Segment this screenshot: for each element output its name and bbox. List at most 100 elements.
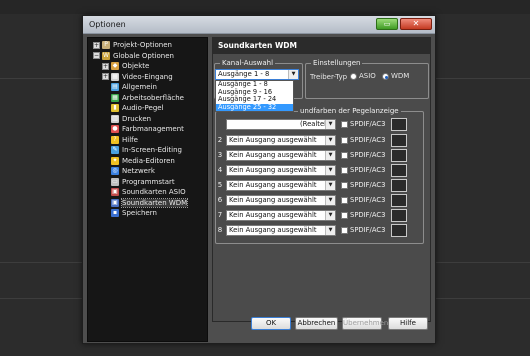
channel-select[interactable]: Ausgänge 1 - 8 ▼ bbox=[215, 69, 299, 80]
chevron-down-icon[interactable]: ▼ bbox=[288, 70, 298, 79]
spdif-checkbox[interactable] bbox=[341, 137, 348, 144]
tree-item-label: In-Screen-Editing bbox=[122, 146, 182, 154]
spdif-checkbox[interactable] bbox=[341, 212, 348, 219]
level-color-swatch[interactable] bbox=[391, 134, 407, 147]
tree-item[interactable]: ▮ Audio-Pegel bbox=[111, 103, 164, 113]
output-group-title: undfarben der Pegelanzeige bbox=[298, 107, 401, 116]
output-select[interactable]: Kein Ausgang ausgewählt ▼ bbox=[226, 165, 336, 176]
general-icon: ▤ bbox=[111, 83, 119, 91]
tree-item[interactable]: − W Globale Optionen bbox=[93, 51, 174, 61]
output-select-1[interactable]: (Realtek ▼ bbox=[226, 119, 336, 130]
spdif-label: SPDIF/AC3 bbox=[350, 196, 386, 204]
output-select[interactable]: Kein Ausgang ausgewählt ▼ bbox=[226, 225, 336, 236]
level-color-swatch-1[interactable] bbox=[391, 118, 407, 131]
tree-item[interactable]: ▦ Arbeitsoberfläche bbox=[111, 93, 184, 103]
chevron-down-icon[interactable]: ▼ bbox=[325, 166, 335, 175]
spdif-label: SPDIF/AC3 bbox=[350, 181, 386, 189]
tree-item[interactable]: ● Farbmanagement bbox=[111, 124, 184, 134]
output-row-number: 2 bbox=[217, 136, 223, 144]
apply-button[interactable]: Übernehmen bbox=[342, 317, 388, 330]
tree-item[interactable]: ◎ Netzwerk bbox=[111, 166, 155, 176]
level-color-swatch[interactable] bbox=[391, 164, 407, 177]
soundcard-wdm-icon: ▣ bbox=[111, 198, 119, 207]
tree-item-label: Hilfe bbox=[122, 135, 138, 144]
tree-item[interactable]: ▪ Speichern bbox=[111, 208, 157, 218]
tree-item[interactable]: ✎ In-Screen-Editing bbox=[111, 145, 182, 155]
tree-expander-icon[interactable]: + bbox=[102, 73, 109, 80]
output-select[interactable]: Kein Ausgang ausgewählt ▼ bbox=[226, 210, 336, 221]
print-icon: ▥ bbox=[111, 114, 119, 123]
tree-item-label: Programmstart bbox=[122, 177, 175, 186]
tree-expander-icon[interactable]: + bbox=[93, 41, 100, 49]
output-row-number: 6 bbox=[217, 196, 223, 204]
tree-item-label: Allgemein bbox=[122, 83, 157, 91]
tree-item[interactable]: + P Projekt-Optionen bbox=[93, 40, 172, 50]
channel-option[interactable]: Ausgänge 25 - 32 bbox=[216, 103, 293, 111]
in-screen-editing-icon: ✎ bbox=[111, 146, 119, 154]
help-button[interactable]: Hilfe bbox=[388, 317, 428, 330]
spdif-checkbox[interactable] bbox=[341, 152, 348, 159]
chevron-down-icon[interactable]: ▼ bbox=[325, 120, 335, 129]
tree-item[interactable]: ? Hilfe bbox=[111, 135, 138, 145]
level-color-swatch[interactable] bbox=[391, 209, 407, 222]
tree-item[interactable]: ▭ Programmstart bbox=[111, 177, 175, 187]
options-tree[interactable]: + P Projekt-Optionen − W Globale Optionen + ◆ Ob… bbox=[87, 37, 208, 342]
chevron-down-icon[interactable]: ▼ bbox=[325, 136, 335, 145]
output-select[interactable]: Kein Ausgang ausgewählt ▼ bbox=[226, 135, 336, 146]
tree-item[interactable]: + ◆ Objekte bbox=[102, 61, 149, 71]
color-management-icon: ● bbox=[111, 125, 119, 133]
program-start-icon: ▭ bbox=[111, 177, 119, 186]
radio-wdm[interactable] bbox=[382, 73, 389, 80]
save-icon: ▪ bbox=[111, 209, 119, 217]
radio-asio[interactable] bbox=[350, 73, 357, 80]
output-select-value: Kein Ausgang ausgewählt bbox=[229, 211, 317, 219]
objects-icon: ◆ bbox=[111, 62, 119, 70]
spdif-label: SPDIF/AC3 bbox=[350, 211, 386, 219]
chevron-down-icon[interactable]: ▼ bbox=[325, 181, 335, 190]
tree-item[interactable]: + ▦ Video-Eingang bbox=[102, 72, 173, 82]
tree-item-label: Video-Eingang bbox=[122, 72, 173, 81]
chevron-down-icon[interactable]: ▼ bbox=[325, 196, 335, 205]
tree-item-label: Media-Editoren bbox=[122, 156, 175, 165]
tree-item-label: Soundkarten ASIO bbox=[122, 188, 186, 196]
level-color-swatch[interactable] bbox=[391, 149, 407, 162]
close-button[interactable]: ✕ bbox=[400, 18, 432, 30]
video-input-icon: ▦ bbox=[111, 72, 119, 81]
output-select[interactable]: Kein Ausgang ausgewählt ▼ bbox=[226, 195, 336, 206]
level-color-swatch[interactable] bbox=[391, 224, 407, 237]
output-row-number: 4 bbox=[217, 166, 223, 174]
spdif-checkbox[interactable] bbox=[341, 182, 348, 189]
cancel-button[interactable]: Abbrechen bbox=[295, 317, 338, 330]
output-select-value: Kein Ausgang ausgewählt bbox=[229, 181, 317, 189]
output-select-value: Kein Ausgang ausgewählt bbox=[229, 151, 317, 159]
tree-item[interactable]: ▤ Allgemein bbox=[111, 82, 157, 92]
output-select-value: Kein Ausgang ausgewählt bbox=[229, 166, 317, 174]
tree-item[interactable]: ▥ Drucken bbox=[111, 114, 151, 124]
spdif-checkbox-1[interactable] bbox=[341, 121, 348, 128]
spdif-checkbox[interactable] bbox=[341, 227, 348, 234]
help-icon: ? bbox=[111, 135, 119, 144]
minimize-button[interactable]: ▭ bbox=[376, 18, 398, 30]
tree-item-label: Netzwerk bbox=[122, 167, 155, 175]
media-editors-icon: ✦ bbox=[111, 156, 119, 165]
spdif-checkbox[interactable] bbox=[341, 197, 348, 204]
title-bar: Optionen ▭ ✕ bbox=[83, 16, 435, 34]
chevron-down-icon[interactable]: ▼ bbox=[325, 226, 335, 235]
output-select[interactable]: Kein Ausgang ausgewählt ▼ bbox=[226, 180, 336, 191]
level-color-swatch[interactable] bbox=[391, 194, 407, 207]
tree-item[interactable]: ▣ Soundkarten ASIO bbox=[111, 187, 186, 197]
spdif-checkbox[interactable] bbox=[341, 167, 348, 174]
tree-item[interactable]: ▣ Soundkarten WDM bbox=[111, 197, 189, 208]
network-icon: ◎ bbox=[111, 167, 119, 175]
tree-item[interactable]: ✦ Media-Editoren bbox=[111, 156, 175, 166]
chevron-down-icon[interactable]: ▼ bbox=[325, 151, 335, 160]
spdif-label: SPDIF/AC3 bbox=[350, 166, 386, 174]
chevron-down-icon[interactable]: ▼ bbox=[325, 211, 335, 220]
tree-expander-icon[interactable]: + bbox=[102, 62, 109, 70]
workspace-icon: ▦ bbox=[111, 93, 119, 102]
channel-select-dropdown[interactable]: Ausgänge 1 - 8 Ausgänge 9 - 16 Ausgänge 17… bbox=[215, 80, 294, 112]
output-select[interactable]: Kein Ausgang ausgewählt ▼ bbox=[226, 150, 336, 161]
level-color-swatch[interactable] bbox=[391, 179, 407, 192]
ok-button[interactable]: OK bbox=[251, 317, 291, 330]
tree-expander-icon[interactable]: − bbox=[93, 52, 100, 59]
